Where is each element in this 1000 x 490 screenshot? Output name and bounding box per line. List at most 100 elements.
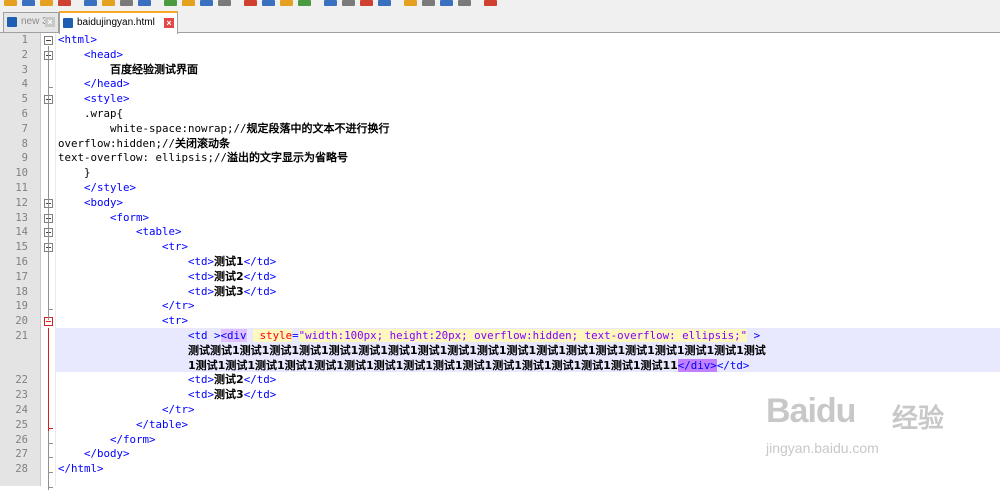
line-number: 11	[15, 182, 28, 194]
toolbar-button-icon[interactable]	[120, 0, 133, 6]
code-line[interactable]: 17 <td>测试2</td>	[0, 270, 1000, 285]
code-line[interactable]: 14 <table>	[0, 225, 1000, 240]
watermark-cn: 经验	[892, 404, 945, 434]
line-number: 16	[15, 256, 28, 268]
line-number: 14	[15, 226, 28, 239]
line-number: 27	[15, 448, 28, 461]
token-txt: .wrap{	[58, 107, 124, 120]
toolbar-button-icon[interactable]	[58, 0, 71, 6]
toolbar-button-icon[interactable]	[164, 0, 177, 6]
code-line[interactable]: 10 }	[0, 166, 1000, 181]
toolbar-button-icon[interactable]	[440, 0, 453, 6]
token-cn: 测试3	[214, 388, 244, 402]
toolbar-button-icon[interactable]	[4, 0, 17, 6]
tab-baidujingyan-html[interactable]: baidujingyan.html ×	[59, 11, 178, 34]
token-tag: </td>	[243, 255, 277, 268]
tab-bar: new 3 × baidujingyan.html ×	[0, 8, 1000, 34]
toolbar-button-icon[interactable]	[324, 0, 337, 6]
close-tab-icon[interactable]: ×	[45, 17, 55, 27]
code-text: <td>测试1</td>	[58, 255, 276, 270]
toolbar-button-icon[interactable]	[342, 0, 355, 6]
code-line[interactable]: 16 <td>测试1</td>	[0, 255, 1000, 270]
toolbar-button-icon[interactable]	[244, 0, 257, 6]
code-line[interactable]: 6 .wrap{	[0, 107, 1000, 122]
line-number: 28	[15, 463, 28, 476]
code-line[interactable]: 9 text-overflow: ellipsis;//溢出的文字显示为省略号	[0, 151, 1000, 166]
token-tag: <td >	[188, 329, 221, 342]
watermark-url: jingyan.baidu.com	[766, 440, 879, 456]
token-cn: 测试1	[214, 255, 244, 268]
code-line[interactable]: 13 <form>	[0, 211, 1000, 226]
code-line[interactable]: 7 white-space:nowrap;//规定段落中的文本不进行换行	[0, 122, 1000, 137]
toolbar-button-icon[interactable]	[262, 0, 275, 6]
code-text: </body>	[58, 447, 130, 462]
toolbar-button-icon[interactable]	[422, 0, 435, 6]
code-line[interactable]: 21 <td ><div style="width:100px; height:…	[0, 329, 1000, 344]
code-text: text-overflow: ellipsis;//溢出的文字显示为省略号	[58, 151, 348, 166]
code-line[interactable]: 测试测试1测试1测试1测试1测试1测试1测试1测试1测试1测试1测试1测试1测试…	[0, 344, 1000, 359]
toolbar-button-icon[interactable]	[484, 0, 497, 6]
line-number: 21	[15, 330, 28, 342]
token-cn: 溢出的文字显示为省略号	[227, 151, 349, 165]
tab-new-3[interactable]: new 3 ×	[3, 12, 59, 32]
tab-label: baidujingyan.html	[77, 17, 155, 28]
code-text: 测试测试1测试1测试1测试1测试1测试1测试1测试1测试1测试1测试1测试1测试…	[58, 344, 766, 359]
code-line[interactable]: 22 <td>测试2</td>	[0, 373, 1000, 388]
line-number: 9	[21, 152, 28, 165]
code-line[interactable]: 2 <head>	[0, 48, 1000, 63]
code-line[interactable]: 15 <tr>	[0, 240, 1000, 255]
close-tab-icon[interactable]: ×	[164, 18, 174, 28]
line-number: 4	[21, 78, 28, 91]
line-number: 23	[15, 389, 28, 402]
token-tag: </body>	[84, 447, 130, 461]
toolbar-button-icon[interactable]	[22, 0, 35, 6]
code-text: <tr>	[58, 240, 188, 255]
code-line[interactable]: 4 </head>	[0, 77, 1000, 92]
token-tag: </tr>	[162, 403, 195, 416]
toolbar-button-icon[interactable]	[360, 0, 373, 6]
toolbar-button-icon[interactable]	[84, 0, 97, 6]
code-line[interactable]: 5 <style>	[0, 92, 1000, 107]
code-text: <head>	[58, 48, 123, 63]
watermark-logo: Baidu	[766, 392, 856, 430]
line-number: 18	[15, 285, 28, 298]
toolbar-button-icon[interactable]	[378, 0, 391, 6]
code-line[interactable]: 1测试1测试1测试1测试1测试1测试1测试1测试1测试1测试1测试1测试1测试1…	[0, 358, 1000, 374]
code-line[interactable]: 3 百度经验测试界面	[0, 63, 1000, 78]
fold-end-marker	[48, 427, 53, 429]
code-text: 百度经验测试界面	[58, 63, 198, 78]
toolbar-button-icon[interactable]	[102, 0, 115, 6]
line-number: 19	[15, 300, 28, 313]
toolbar-button-icon[interactable]	[218, 0, 231, 6]
code-line[interactable]: 18 <td>测试3</td>	[0, 285, 1000, 300]
toolbar-button-icon[interactable]	[404, 0, 417, 6]
fold-end-marker	[48, 442, 53, 444]
code-line[interactable]: 19 </tr>	[0, 299, 1000, 314]
code-text: .wrap{	[58, 107, 123, 122]
code-line[interactable]: 11 </style>	[0, 181, 1000, 196]
toolbar-button-icon[interactable]	[182, 0, 195, 6]
token-tag: <td>	[188, 284, 215, 298]
code-line[interactable]: 12 <body>	[0, 196, 1000, 211]
toolbar-button-icon[interactable]	[200, 0, 213, 6]
line-number: 1	[21, 34, 28, 46]
fold-toggle-icon[interactable]	[44, 36, 53, 45]
toolbar-button-icon[interactable]	[298, 0, 311, 6]
fold-guide	[48, 327, 49, 432]
token-tag: </style>	[84, 181, 137, 194]
token-tag: <html>	[58, 33, 98, 46]
fold-end-marker	[48, 457, 53, 459]
toolbar-button-icon[interactable]	[280, 0, 293, 6]
toolbar-button-icon[interactable]	[458, 0, 471, 6]
code-line[interactable]: 8 overflow:hidden;//关闭滚动条	[0, 137, 1000, 152]
code-line[interactable]: 1 <html>	[0, 33, 1000, 48]
toolbar-button-icon[interactable]	[138, 0, 151, 6]
code-text: <td>测试2</td>	[58, 373, 276, 388]
token-tag: <td>	[188, 255, 215, 268]
code-line[interactable]: 20 <tr>	[0, 314, 1000, 329]
toolbar-button-icon[interactable]	[40, 0, 53, 6]
